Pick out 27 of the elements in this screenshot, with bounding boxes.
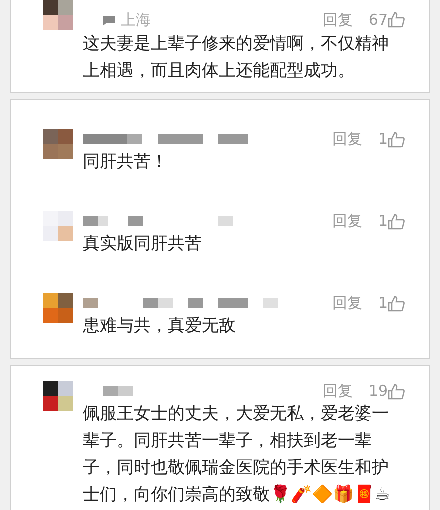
thumbs-up-icon[interactable] [388, 11, 405, 28]
pixelated-username [103, 386, 133, 396]
thumbs-up-icon[interactable] [388, 382, 405, 400]
reply-button[interactable]: 回复 [322, 380, 353, 402]
comment-text: 这夫妻是上辈子修来的爱情啊，不仅精神上相遇，而且肉体上还能配型成功。 [83, 34, 389, 81]
pixelated-avatar [43, 381, 73, 411]
reply-button[interactable]: 回复 [332, 210, 362, 232]
like-count: 1 [378, 128, 388, 150]
like-count: 1 [378, 210, 388, 232]
like-count: 19 [368, 380, 388, 402]
comment-text: 患难与共，真爱无敌 [83, 316, 236, 336]
location-text: 上海 [121, 10, 151, 30]
comment-text: 同肝共苦！ [83, 152, 168, 172]
reply-button[interactable]: 回复 [332, 128, 362, 150]
thumbs-up-icon[interactable] [388, 212, 405, 230]
pixelated-avatar [43, 0, 73, 30]
pixelated-avatar [43, 293, 73, 323]
pixelated-avatar [43, 211, 73, 241]
pixelated-avatar [43, 129, 73, 159]
comment-text: 佩服王女士的丈夫，大爱无私，爱老婆一辈子。同肝共苦一辈子，相扶到老一辈子，同时也敬佩瑞金医院的手术医生和护士们，向你们崇高的致敬🌹🧨🔶🎁🧧☕ [83, 404, 390, 505]
comment-text: 真实版同肝共苦 [83, 234, 202, 254]
reply-button[interactable]: 回复 [332, 292, 362, 314]
thumbs-up-icon[interactable] [388, 294, 405, 312]
reply-button[interactable]: 回复 [322, 8, 353, 31]
thumbs-up-icon[interactable] [388, 130, 405, 148]
like-count: 67 [368, 10, 388, 30]
like-count: 1 [378, 292, 388, 314]
